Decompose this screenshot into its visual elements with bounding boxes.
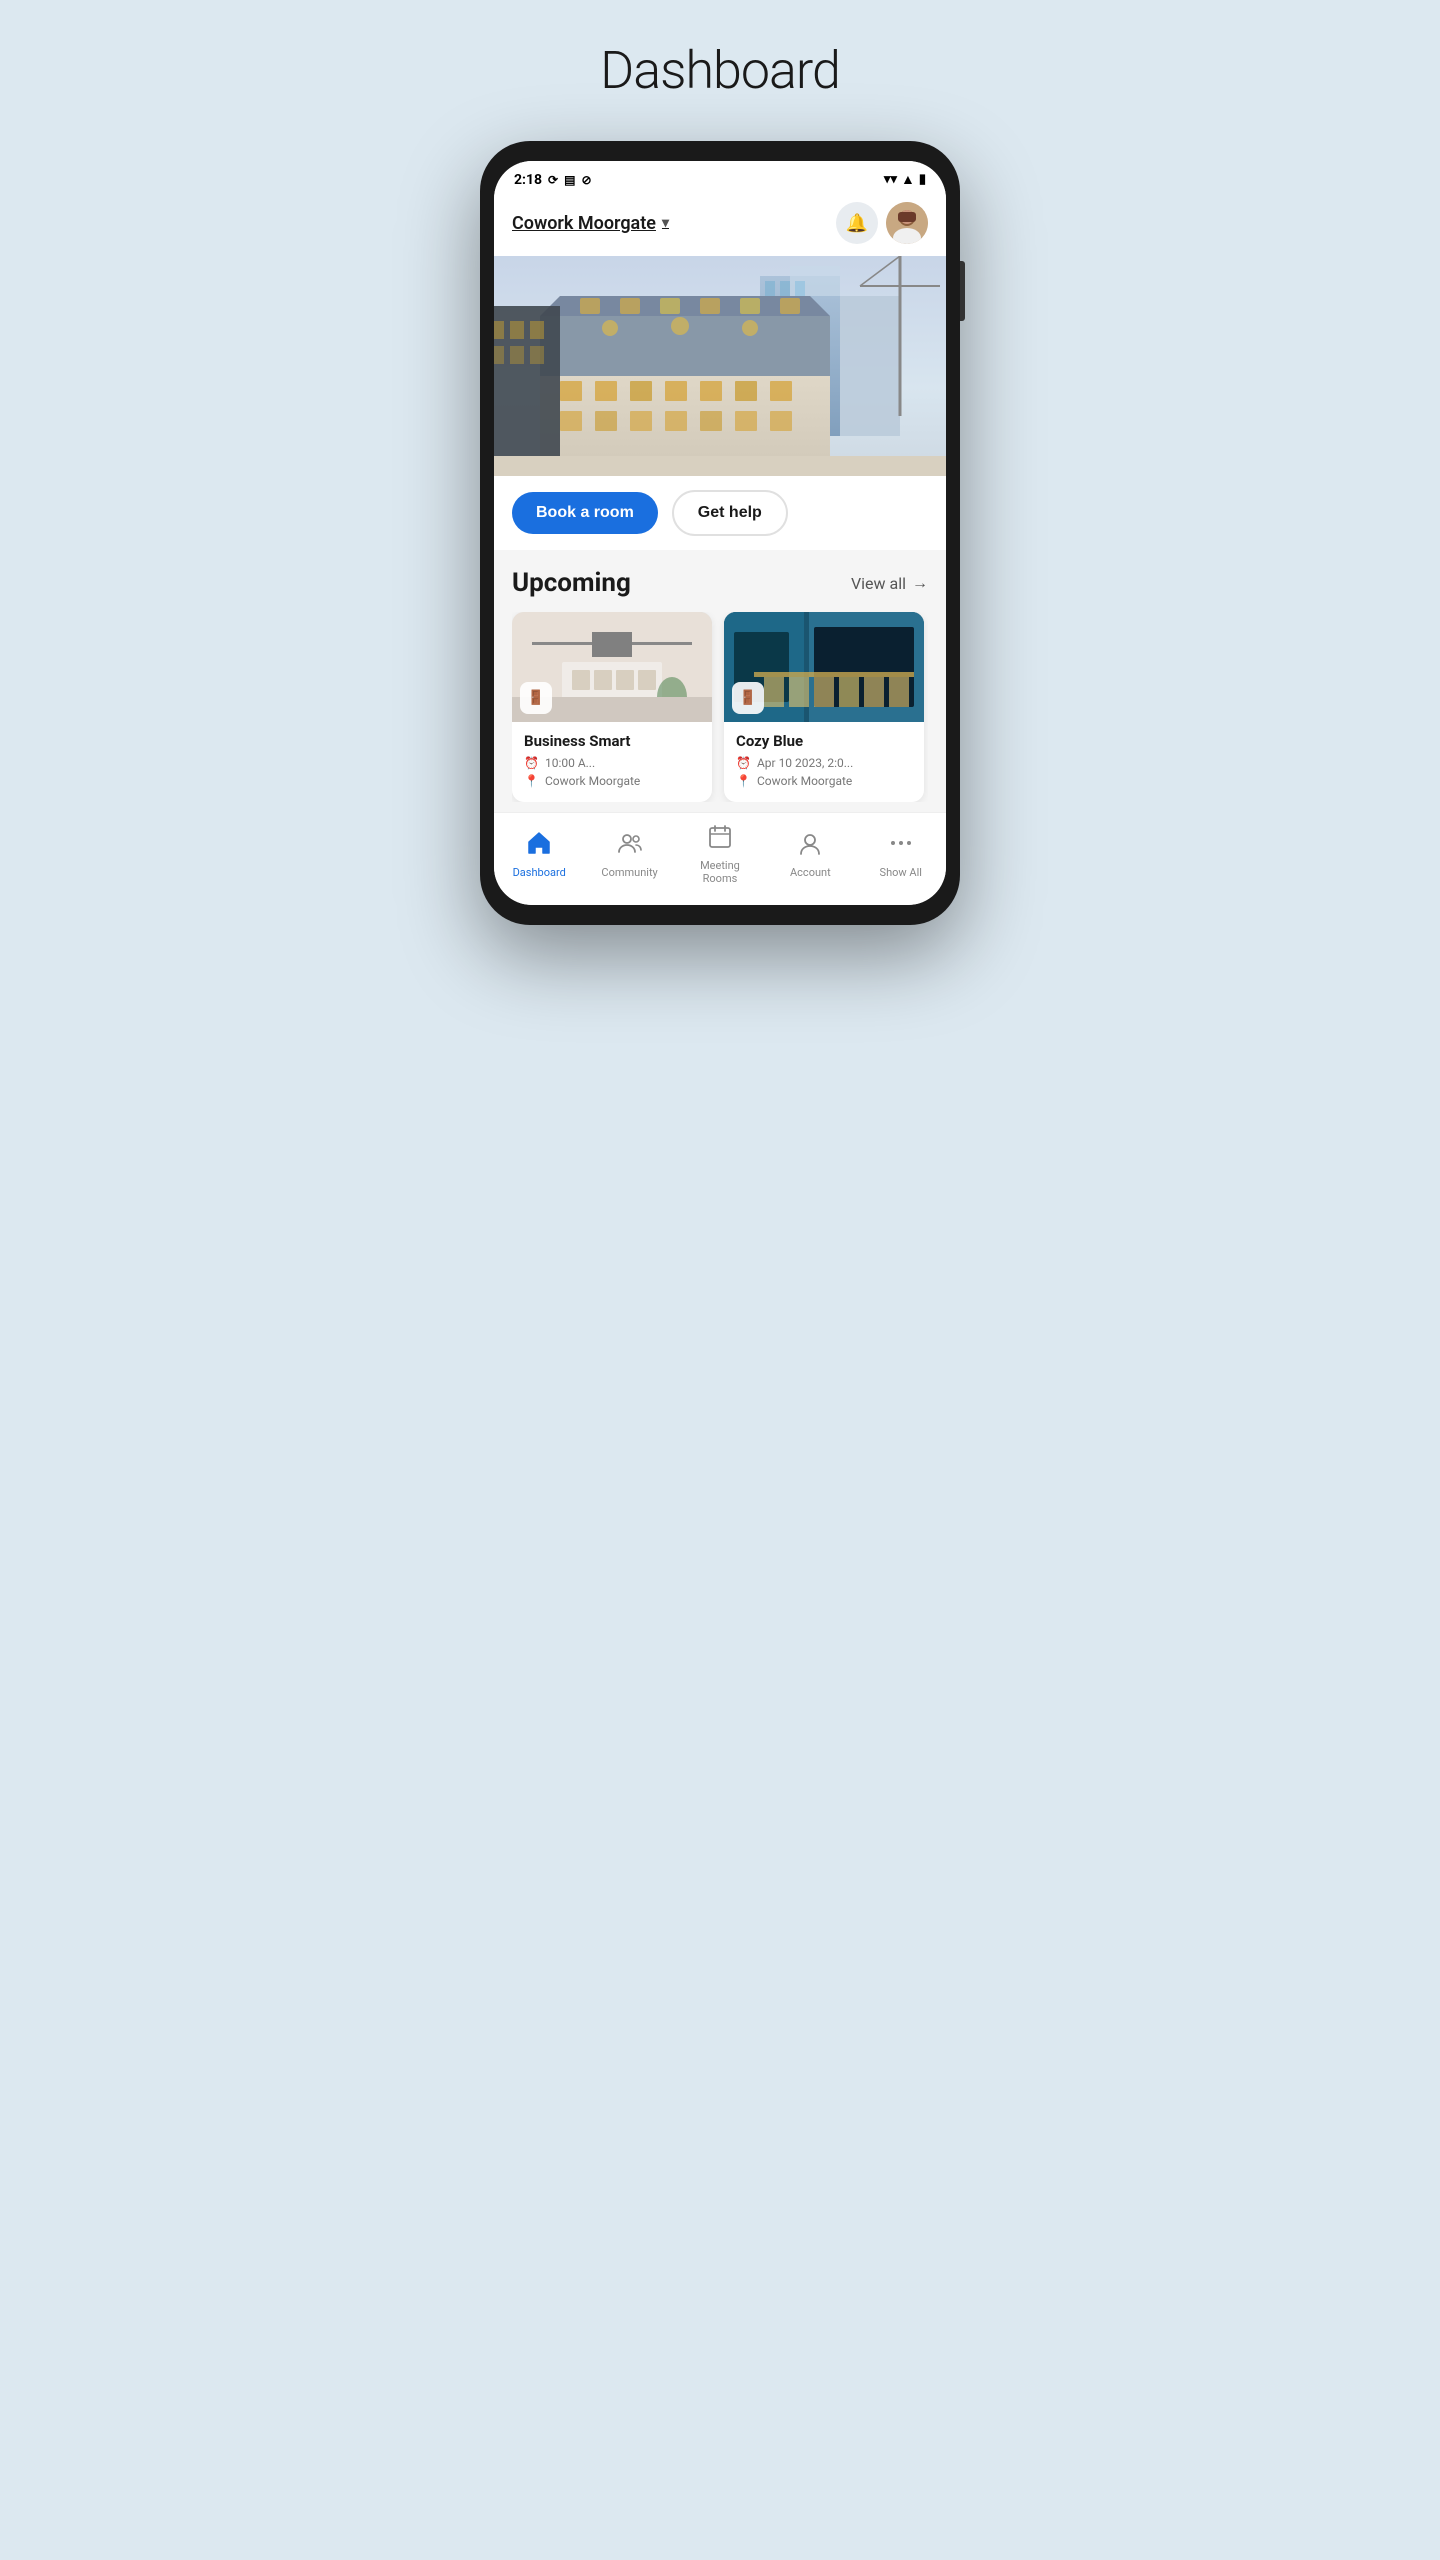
room-time-1: ⏰ 10:00 A... [524,756,700,770]
status-left: 2:18 ⟳ ▤ ⊘ [514,172,592,188]
room-card-body: Business Smart ⏰ 10:00 A... 📍 Cowork Moo… [512,722,712,802]
room-door-icon-2: 🚪 [732,682,764,714]
wifi-icon: ▾▾ [884,172,897,187]
status-right: ▾▾ ▲ ▮ [884,171,926,188]
room-time-2: ⏰ Apr 10 2023, 2:0... [736,756,912,770]
avatar-image [886,202,928,244]
nav-label-show-all: Show All [880,866,922,879]
chevron-down-icon: ▾ [662,215,669,231]
header-actions: 🔔 [836,202,928,244]
clock-icon-1: ⏰ [524,756,539,770]
storage-icon: ▤ [564,173,575,187]
signal-icon: ▲ [901,171,915,188]
view-all-text: View all [851,574,906,593]
upcoming-title: Upcoming [512,568,631,598]
calendar-icon [707,823,733,855]
status-bar: 2:18 ⟳ ▤ ⊘ ▾▾ ▲ ▮ [494,161,946,194]
community-icon [617,830,643,862]
room-name-1: Business Smart [524,732,700,750]
room-card[interactable]: 🚪 Business Smart ⏰ 10:00 A... 📍 Cowork M… [512,612,712,802]
room-location-2: 📍 Cowork Moorgate [736,774,912,788]
data-icon: ⟳ [548,173,558,187]
hero-image [494,256,946,476]
section-header: Upcoming View all → [512,568,928,598]
battery-icon: ▮ [919,172,926,187]
nav-label-meeting-rooms: MeetingRooms [700,859,740,885]
page-title: Dashboard [600,40,840,101]
book-room-button[interactable]: Book a room [512,492,658,534]
nav-item-show-all[interactable]: Show All [871,830,931,879]
arrow-right-icon: → [912,573,928,593]
no-disturb-icon: ⊘ [581,173,591,187]
status-time: 2:18 [514,172,542,188]
room-location-1: 📍 Cowork Moorgate [524,774,700,788]
account-icon [797,830,823,862]
room-door-icon-1: 🚪 [520,682,552,714]
pin-icon-1: 📍 [524,774,539,788]
building-scene [494,256,946,476]
upcoming-section: Upcoming View all → [494,550,946,812]
nav-item-dashboard[interactable]: Dashboard [509,830,569,879]
nav-item-account[interactable]: Account [780,830,840,879]
avatar[interactable] [886,202,928,244]
nav-item-meeting-rooms[interactable]: MeetingRooms [690,823,750,885]
view-all-link[interactable]: View all → [851,573,928,593]
pin-icon-2: 📍 [736,774,751,788]
phone-shell: 2:18 ⟳ ▤ ⊘ ▾▾ ▲ ▮ Cowork Moorgate ▾ 🔔 [480,141,960,925]
bell-icon: 🔔 [846,213,868,234]
hero-actions: Book a room Get help [494,476,946,550]
room-card-body: Cozy Blue ⏰ Apr 10 2023, 2:0... 📍 Cowork… [724,722,924,802]
room-card[interactable]: 🚪 Cozy Blue ⏰ Apr 10 2023, 2:0... 📍 Cowo… [724,612,924,802]
nav-item-community[interactable]: Community [600,830,660,879]
bottom-nav: Dashboard Community [494,812,946,905]
room-card-image: 🚪 [512,612,712,722]
room-cards: 🚪 Business Smart ⏰ 10:00 A... 📍 Cowork M… [512,612,928,802]
nav-label-community: Community [601,866,657,879]
location-name: Cowork Moorgate [512,213,656,234]
nav-label-dashboard: Dashboard [513,866,566,879]
home-icon [526,830,552,862]
clock-icon-2: ⏰ [736,756,751,770]
room-name-2: Cozy Blue [736,732,912,750]
location-selector[interactable]: Cowork Moorgate ▾ [512,213,669,234]
room-card-image: 🚪 [724,612,924,722]
nav-label-account: Account [790,866,831,879]
notification-button[interactable]: 🔔 [836,202,878,244]
more-icon [888,830,914,862]
phone-screen: 2:18 ⟳ ▤ ⊘ ▾▾ ▲ ▮ Cowork Moorgate ▾ 🔔 [494,161,946,905]
get-help-button[interactable]: Get help [672,490,788,536]
app-header: Cowork Moorgate ▾ 🔔 [494,194,946,256]
